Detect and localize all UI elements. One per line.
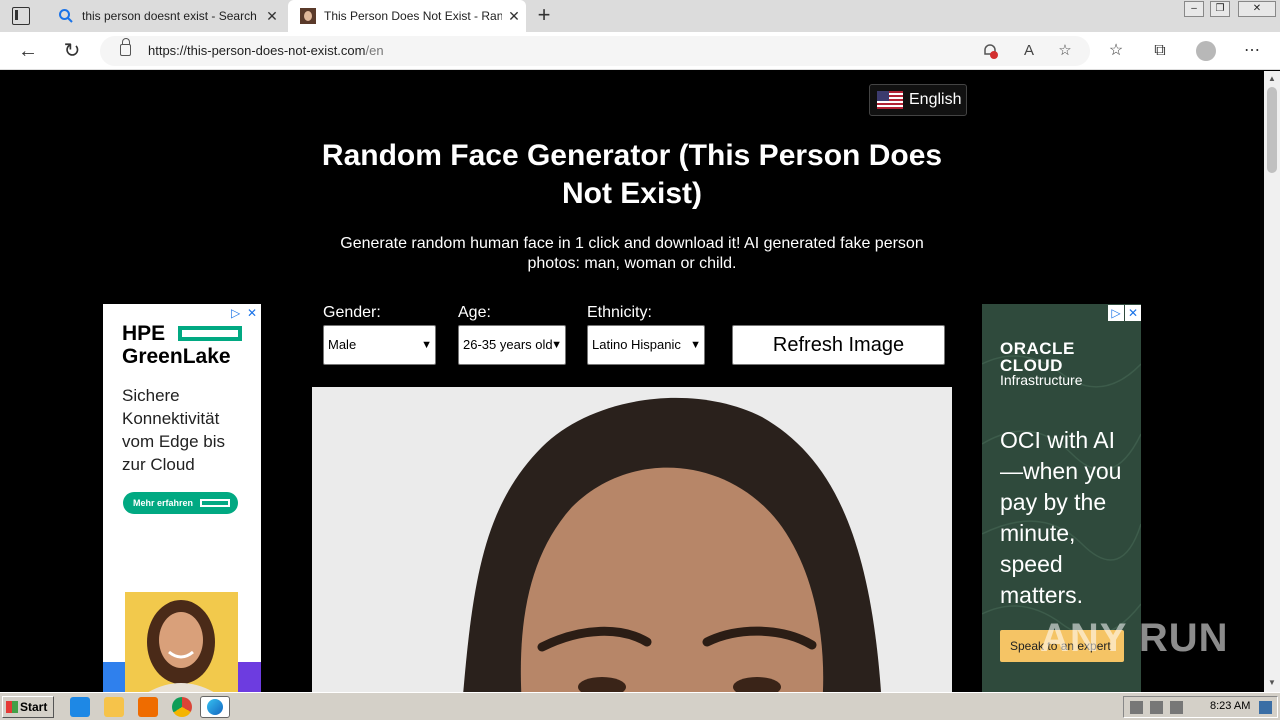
ie-icon[interactable] — [70, 697, 90, 717]
ethnicity-select[interactable]: Latino Hispanic ▼ — [587, 325, 705, 365]
windows-logo-icon — [6, 701, 18, 713]
chevron-down-icon: ▼ — [421, 339, 432, 351]
more-menu-icon[interactable]: ⋯ — [1242, 41, 1262, 61]
edge-taskbar-button[interactable] — [200, 696, 230, 718]
page-scrollbar[interactable]: ▲ ▼ — [1264, 71, 1280, 692]
screen: this person doesnt exist - Search ✕ This… — [0, 0, 1280, 720]
new-tab-button[interactable]: + — [532, 3, 556, 27]
network-icon[interactable] — [1150, 701, 1163, 714]
ad-hpe-greenlake[interactable]: ▷ ✕ HPE GreenLake Sichere Konnektivität v… — [103, 304, 261, 692]
ad-left-text: Sichere Konnektivität vom Edge bis zur C… — [122, 386, 225, 474]
tab-title: This Person Does Not Exist - Random Face… — [324, 9, 502, 23]
chrome-icon[interactable] — [172, 697, 192, 717]
adchoices-icon[interactable]: ▷ — [1108, 305, 1124, 321]
add-favorite-icon[interactable]: ☆ — [1056, 42, 1074, 60]
scroll-up-icon[interactable]: ▲ — [1267, 74, 1277, 83]
favorites-icon[interactable]: ☆ — [1106, 41, 1126, 61]
face-favicon-icon — [300, 8, 316, 24]
read-aloud-icon[interactable]: A — [1020, 42, 1038, 60]
gender-label: Gender: — [323, 304, 381, 321]
age-select[interactable]: 26-35 years old ▼ — [458, 325, 566, 365]
site-alert-icon[interactable] — [981, 42, 999, 60]
tab-close-icon[interactable]: ✕ — [260, 8, 284, 25]
scroll-thumb[interactable] — [1267, 87, 1277, 173]
language-selector[interactable]: English — [869, 84, 967, 116]
browser-toolbar: ← ↻ https://this-person-does-not-exist.c… — [0, 32, 1280, 70]
system-tray: 8:23 AM — [1123, 696, 1278, 718]
generated-face-image — [312, 387, 952, 692]
tab-search[interactable]: this person doesnt exist - Search ✕ — [46, 0, 284, 32]
show-desktop-icon[interactable] — [1259, 701, 1272, 714]
edge-icon — [207, 699, 223, 715]
oracle-subtitle: Infrastructure — [1000, 372, 1083, 388]
tab-close-icon[interactable]: ✕ — [502, 8, 526, 25]
address-bar[interactable]: https://this-person-does-not-exist.com/e… — [100, 36, 1090, 66]
search-icon — [59, 9, 73, 23]
lock-icon[interactable] — [120, 38, 131, 56]
web-page: English Random Face Generator (This Pers… — [0, 71, 1264, 692]
tab-title: this person doesnt exist - Search — [82, 9, 257, 23]
start-button[interactable]: Start — [2, 696, 54, 718]
tab-this-person[interactable]: This Person Does Not Exist - Random Face… — [288, 0, 526, 32]
arrow-icon — [200, 499, 230, 507]
ad-right-text: OCI with AI —when you pay by the minute,… — [1000, 427, 1122, 608]
back-button[interactable]: ← — [16, 39, 40, 63]
ethnicity-label: Ethnicity: — [587, 304, 652, 321]
collections-icon[interactable]: ⧉ — [1150, 41, 1170, 61]
tab-strip: this person doesnt exist - Search ✕ This… — [0, 0, 1280, 32]
profile-avatar[interactable] — [1196, 41, 1216, 61]
oracle-logo: ORACLE CLOUD — [1000, 339, 1075, 375]
page-title: Random Face Generator (This Person Does … — [321, 139, 943, 210]
refresh-image-button[interactable]: Refresh Image — [732, 325, 945, 365]
windows-taskbar: Start 8:23 AM — [0, 692, 1280, 720]
adchoices-icon[interactable]: ▷ — [231, 306, 240, 320]
ad-close-icon[interactable]: ✕ — [247, 306, 257, 320]
clock[interactable]: 8:23 AM — [1210, 700, 1250, 712]
ad-close-icon[interactable]: ✕ — [1125, 305, 1141, 321]
media-player-icon[interactable] — [138, 697, 158, 717]
page-subtitle: Generate random human face in 1 click an… — [340, 235, 924, 272]
us-flag-icon — [877, 91, 903, 109]
ad-stripe-purple — [238, 662, 261, 692]
close-window-button[interactable]: ✕ — [1238, 1, 1276, 17]
anyrun-watermark: ANY RUN — [1040, 616, 1229, 660]
chevron-down-icon: ▼ — [551, 339, 562, 351]
gender-select[interactable]: Male ▼ — [323, 325, 436, 365]
chevron-down-icon: ▼ — [690, 339, 701, 351]
ad-left-cta-button[interactable]: Mehr erfahren — [123, 492, 238, 514]
url-text[interactable]: https://this-person-does-not-exist.com/e… — [148, 43, 384, 58]
age-label: Age: — [458, 304, 491, 321]
tab-actions-icon[interactable] — [12, 7, 30, 25]
language-label: English — [909, 91, 962, 108]
scroll-down-icon[interactable]: ▼ — [1267, 678, 1277, 687]
restore-button[interactable]: ❐ — [1210, 1, 1230, 17]
minimize-button[interactable]: ‒ — [1184, 1, 1204, 17]
reload-button[interactable]: ↻ — [60, 39, 84, 63]
ad-stripe-blue — [103, 662, 125, 692]
ad-person-photo — [125, 592, 238, 692]
volume-icon[interactable] — [1130, 701, 1143, 714]
hpe-logo-rect — [178, 326, 242, 341]
explorer-icon[interactable] — [104, 697, 124, 717]
action-center-flag-icon[interactable] — [1170, 701, 1183, 714]
